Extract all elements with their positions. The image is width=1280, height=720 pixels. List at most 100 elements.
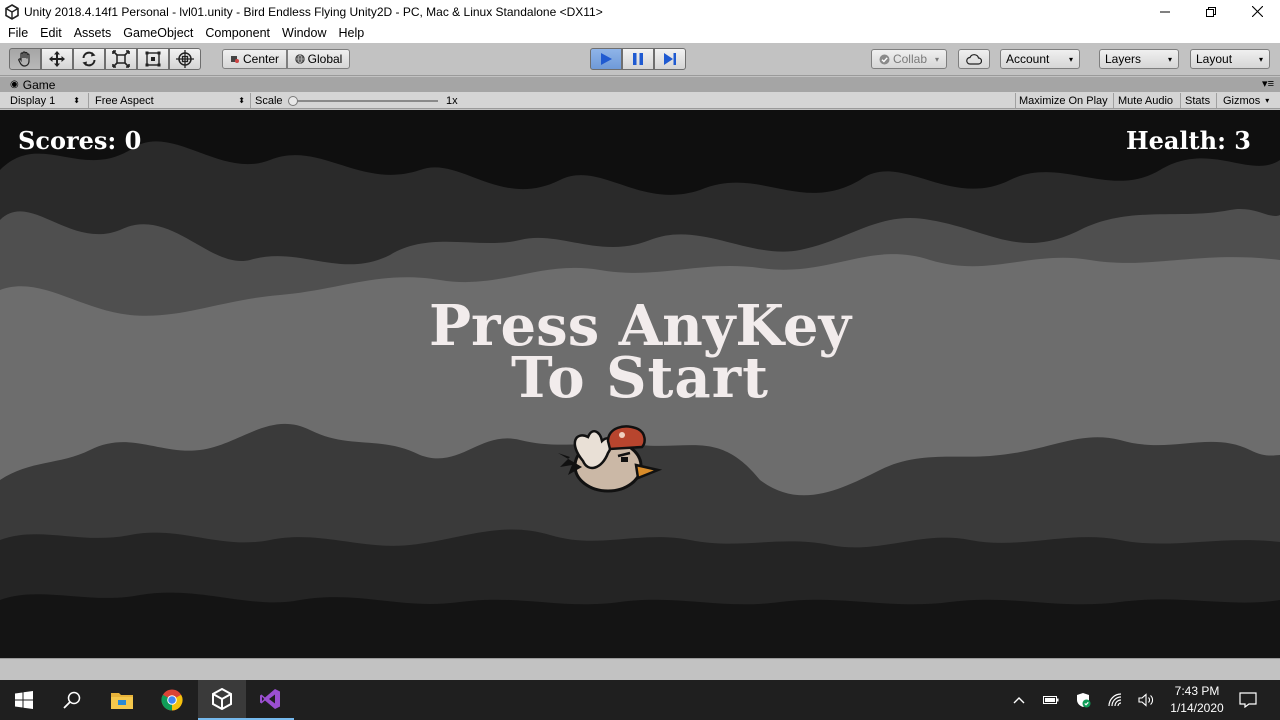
account-label: Account xyxy=(1006,52,1050,66)
visual-studio-icon xyxy=(260,689,280,709)
pivot-icon xyxy=(230,56,239,63)
layers-label: Layers xyxy=(1105,52,1142,66)
menu-assets[interactable]: Assets xyxy=(68,23,118,43)
pivot-center-button[interactable]: Center xyxy=(222,49,287,69)
rect-tool-button[interactable] xyxy=(137,48,169,70)
taskbar-chrome[interactable] xyxy=(148,680,196,720)
battery-tray[interactable] xyxy=(1040,680,1062,720)
dropdown-arrow-icon: ▾ xyxy=(1167,54,1172,64)
menu-window[interactable]: Window xyxy=(276,23,332,43)
game-view[interactable]: Scores: 0 Health: 3 Press AnyKey To Star… xyxy=(0,110,1280,658)
rotate-tool-icon xyxy=(82,51,96,67)
game-controller-icon: ◉ xyxy=(10,79,19,90)
clock-date: 1/14/2020 xyxy=(1170,701,1224,715)
layout-dropdown[interactable]: Layout ▾ xyxy=(1190,49,1270,69)
tab-game[interactable]: Game xyxy=(23,78,56,92)
mute-audio-toggle[interactable]: Mute Audio xyxy=(1118,92,1173,109)
pause-icon xyxy=(633,53,643,65)
scale-label: Scale xyxy=(255,94,283,107)
gizmos-dropdown[interactable]: Gizmos ▾ xyxy=(1223,92,1269,109)
window-titlebar: Unity 2018.4.14f1 Personal - lvl01.unity… xyxy=(0,0,1280,23)
system-clock[interactable]: 7:43 PM 1/14/2020 xyxy=(1164,683,1230,717)
close-icon xyxy=(1251,6,1263,17)
scale-slider-track[interactable] xyxy=(292,100,438,102)
transform-tool-button[interactable] xyxy=(169,48,201,70)
volume-tray[interactable] xyxy=(1135,680,1159,720)
tab-menu-icon[interactable]: ▾≡ xyxy=(1262,77,1274,90)
scale-tool-button[interactable] xyxy=(105,48,137,70)
dropdown-arrow-icon: ▾ xyxy=(1258,54,1263,64)
play-button[interactable] xyxy=(590,48,622,70)
transform-tools xyxy=(9,48,201,70)
updown-arrow-icon: ⬍ xyxy=(238,96,245,105)
unity-logo-icon xyxy=(5,3,19,20)
account-dropdown[interactable]: Account ▾ xyxy=(1000,49,1080,69)
space-global-label: Global xyxy=(307,52,343,66)
taskbar-unity[interactable] xyxy=(198,680,246,720)
game-view-toolbar: Display 1 ⬍ Free Aspect ⬍ Scale 1x Maxim… xyxy=(0,92,1280,109)
checkmark-icon xyxy=(879,54,890,64)
transform-tool-icon xyxy=(176,50,194,68)
step-button[interactable] xyxy=(654,48,686,70)
taskbar-file-explorer[interactable] xyxy=(98,680,146,720)
close-button[interactable] xyxy=(1234,0,1280,23)
toolbar-divider xyxy=(1113,93,1114,108)
wifi-tray[interactable] xyxy=(1104,680,1128,720)
security-icon xyxy=(1077,693,1091,708)
menu-file[interactable]: File xyxy=(2,23,34,43)
aspect-select-value: Free Aspect xyxy=(95,94,154,107)
wifi-icon xyxy=(1108,693,1122,707)
menu-edit[interactable]: Edit xyxy=(34,23,68,43)
collab-label: Collab xyxy=(892,52,927,66)
maximize-on-play-toggle[interactable]: Maximize On Play xyxy=(1019,92,1108,109)
file-explorer-icon xyxy=(111,693,133,709)
space-global-button[interactable]: Global xyxy=(287,49,350,69)
toolbar-divider xyxy=(88,93,89,108)
dropdown-arrow-icon: ▾ xyxy=(1068,54,1073,64)
health-text: Health: 3 xyxy=(1125,126,1251,155)
unity-icon xyxy=(212,688,232,710)
menu-help[interactable]: Help xyxy=(332,23,370,43)
globe-icon xyxy=(294,54,305,64)
clock-time: 7:43 PM xyxy=(1174,684,1220,698)
cloud-button[interactable] xyxy=(958,49,990,69)
chrome-icon xyxy=(161,689,183,711)
restore-button[interactable] xyxy=(1188,0,1234,23)
windows-start-icon xyxy=(15,691,33,709)
scale-slider-handle[interactable] xyxy=(288,96,298,106)
security-tray[interactable] xyxy=(1072,680,1094,720)
game-tab-header: ◉ Game ▾≡ xyxy=(0,77,1280,92)
notifications-icon xyxy=(1239,692,1257,708)
hand-tool-icon xyxy=(18,51,30,67)
toolbar-divider xyxy=(250,93,251,108)
aspect-select[interactable]: Free Aspect ⬍ xyxy=(95,92,247,109)
start-button[interactable] xyxy=(0,680,48,720)
hand-tool-button[interactable] xyxy=(9,48,41,70)
start-prompt: Press AnyKey To Start xyxy=(0,298,1280,406)
display-select[interactable]: Display 1 ⬍ xyxy=(10,92,82,109)
taskbar-visual-studio[interactable] xyxy=(246,680,294,720)
move-tool-button[interactable] xyxy=(41,48,73,70)
show-hidden-icons-icon xyxy=(1013,697,1025,704)
menu-component[interactable]: Component xyxy=(199,23,276,43)
pause-button[interactable] xyxy=(622,48,654,70)
volume-icon xyxy=(1138,693,1153,707)
rotate-tool-button[interactable] xyxy=(73,48,105,70)
play-icon xyxy=(601,53,612,65)
layers-dropdown[interactable]: Layers ▾ xyxy=(1099,49,1179,69)
show-hidden-icons-button[interactable] xyxy=(1008,680,1030,720)
battery-icon xyxy=(1043,696,1059,704)
dropdown-arrow-icon: ▾ xyxy=(935,54,940,64)
search-button[interactable] xyxy=(48,680,96,720)
menu-gameobject[interactable]: GameObject xyxy=(117,23,199,43)
scale-value: 1x xyxy=(446,94,458,107)
collab-dropdown[interactable]: Collab ▾ xyxy=(871,49,947,69)
dropdown-arrow-icon: ▾ xyxy=(1265,96,1270,105)
stats-toggle[interactable]: Stats xyxy=(1185,92,1210,109)
pivot-center-label: Center xyxy=(242,52,280,66)
toolbar-divider xyxy=(1015,93,1016,108)
action-center-button[interactable] xyxy=(1234,680,1262,720)
minimize-button[interactable] xyxy=(1142,0,1188,23)
menu-bar: File Edit Assets GameObject Component Wi… xyxy=(0,23,1280,43)
toolbar-divider xyxy=(1216,93,1217,108)
